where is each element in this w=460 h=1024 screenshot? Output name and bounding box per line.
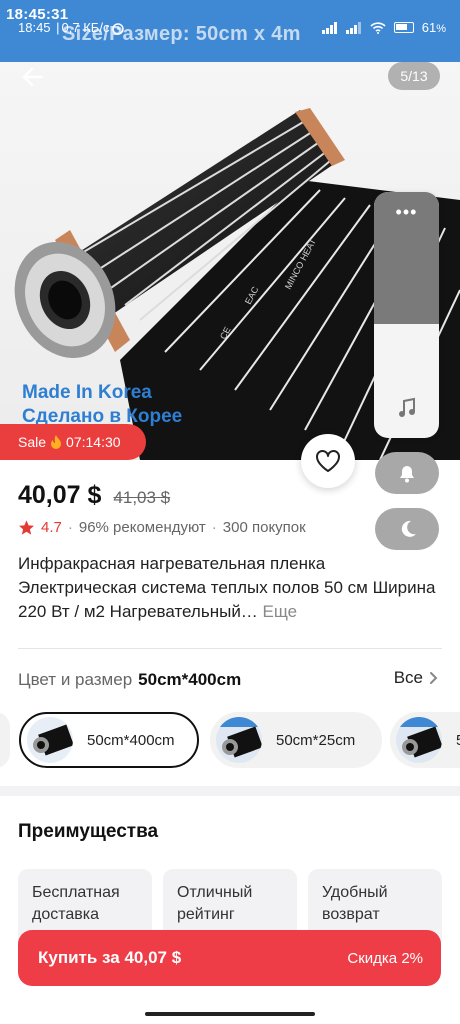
discount-label: Скидка 2% bbox=[347, 949, 423, 967]
sale-timer: 07:14:30 bbox=[66, 434, 121, 450]
product-title[interactable]: Инфракрасная нагревательная пленка Элект… bbox=[18, 552, 438, 624]
home-indicator[interactable] bbox=[145, 1012, 315, 1016]
variant-chip-prev[interactable] bbox=[0, 712, 10, 768]
moon-icon bbox=[401, 520, 416, 537]
variant-selected-value: 50cm*400cm bbox=[138, 670, 242, 689]
signal-icon bbox=[321, 21, 337, 34]
purchase-count: 300 покупок bbox=[222, 519, 306, 536]
variant-chip-label: 50cm*400cm bbox=[87, 731, 175, 749]
show-more-link[interactable]: Еще bbox=[263, 602, 298, 621]
show-all-label: Все bbox=[393, 668, 423, 687]
sale-countdown-badge: Sale 07:14:30 bbox=[0, 424, 146, 460]
variant-chip[interactable]: 50cm*400cm bbox=[19, 712, 199, 768]
show-all-variants-button[interactable]: Все bbox=[394, 668, 438, 688]
separator-dot: · bbox=[67, 519, 73, 536]
separator-dot: · bbox=[211, 519, 217, 536]
wifi-icon bbox=[370, 21, 386, 34]
rating-value: 4.7 bbox=[41, 519, 62, 536]
rating-row[interactable]: 4.7 · 96% рекомендуют · 300 покупок bbox=[18, 519, 306, 536]
back-arrow-icon bbox=[22, 67, 44, 87]
float-panel-handle[interactable]: ••• bbox=[374, 192, 439, 324]
chevron-right-icon bbox=[430, 672, 438, 684]
price-row: 40,07 $ 41,03 $ bbox=[18, 481, 170, 510]
divider bbox=[18, 648, 442, 649]
made-in-caption: Made In Korea Сделано в Корее bbox=[22, 381, 182, 429]
buy-now-button[interactable]: Купить за 40,07 $ Скидка 2% bbox=[18, 930, 441, 986]
variant-thumbnail bbox=[216, 717, 262, 763]
recommend-percent: 96% рекомендуют bbox=[78, 519, 206, 536]
status-right: 61% bbox=[321, 20, 446, 35]
variant-chips: 50cm*400cm 50cm*25cm 5 bbox=[0, 712, 460, 770]
night-mode-button[interactable] bbox=[375, 508, 439, 550]
benefit-label: Отличный рейтинг bbox=[177, 884, 253, 923]
bell-icon bbox=[400, 466, 414, 483]
section-separator bbox=[0, 786, 460, 796]
product-title-text: Инфракрасная нагревательная пленка Элект… bbox=[18, 554, 436, 621]
image-counter: 5/13 bbox=[388, 62, 440, 90]
notification-button[interactable] bbox=[375, 452, 439, 494]
favorite-button[interactable] bbox=[301, 434, 355, 488]
benefits-title: Преимущества bbox=[18, 821, 159, 842]
variant-thumbnail bbox=[27, 717, 73, 763]
current-price: 40,07 $ bbox=[18, 481, 102, 509]
overlay-clock: 18:45:31 bbox=[6, 6, 69, 23]
music-button[interactable] bbox=[374, 397, 439, 419]
made-in-en: Made In Korea bbox=[22, 382, 152, 403]
variant-thumbnail bbox=[396, 717, 442, 763]
battery-icon bbox=[393, 22, 414, 33]
network-speed: 0,7 КБ/с bbox=[61, 20, 110, 35]
buy-label: Купить за 40,07 $ bbox=[38, 948, 182, 967]
variant-chip[interactable]: 50cm*25cm bbox=[210, 712, 382, 768]
variant-chip-label: 50cm*25cm bbox=[276, 731, 356, 749]
signal-icon bbox=[345, 21, 361, 34]
old-price: 41,03 $ bbox=[113, 488, 171, 507]
variant-chip-label: 5 bbox=[456, 732, 460, 749]
sale-label: Sale bbox=[18, 434, 47, 450]
status-bar: 18:45 | 0,7 КБ/с 61% bbox=[0, 20, 460, 40]
variant-chip[interactable]: 5 bbox=[390, 712, 460, 768]
music-note-icon bbox=[398, 397, 415, 417]
fire-icon bbox=[51, 435, 62, 449]
battery-level: 61% bbox=[421, 20, 446, 35]
back-button[interactable] bbox=[16, 60, 50, 94]
star-icon bbox=[19, 520, 34, 535]
benefit-label: Бесплатная доставка bbox=[32, 884, 120, 923]
product-screen: Size/Размер: 50cm x 4m EAC CE MINCO HEAT… bbox=[0, 0, 460, 1024]
variant-selector-header[interactable]: Цвет и размер 50cm*400cm Все bbox=[18, 668, 442, 692]
variant-label: Цвет и размер bbox=[18, 670, 133, 689]
floating-tool-panel[interactable]: ••• bbox=[374, 192, 439, 438]
alarm-icon bbox=[112, 22, 125, 35]
benefit-label: Удобный возврат bbox=[322, 884, 388, 923]
more-dots-icon[interactable]: ••• bbox=[374, 202, 439, 222]
heart-icon bbox=[316, 450, 340, 472]
